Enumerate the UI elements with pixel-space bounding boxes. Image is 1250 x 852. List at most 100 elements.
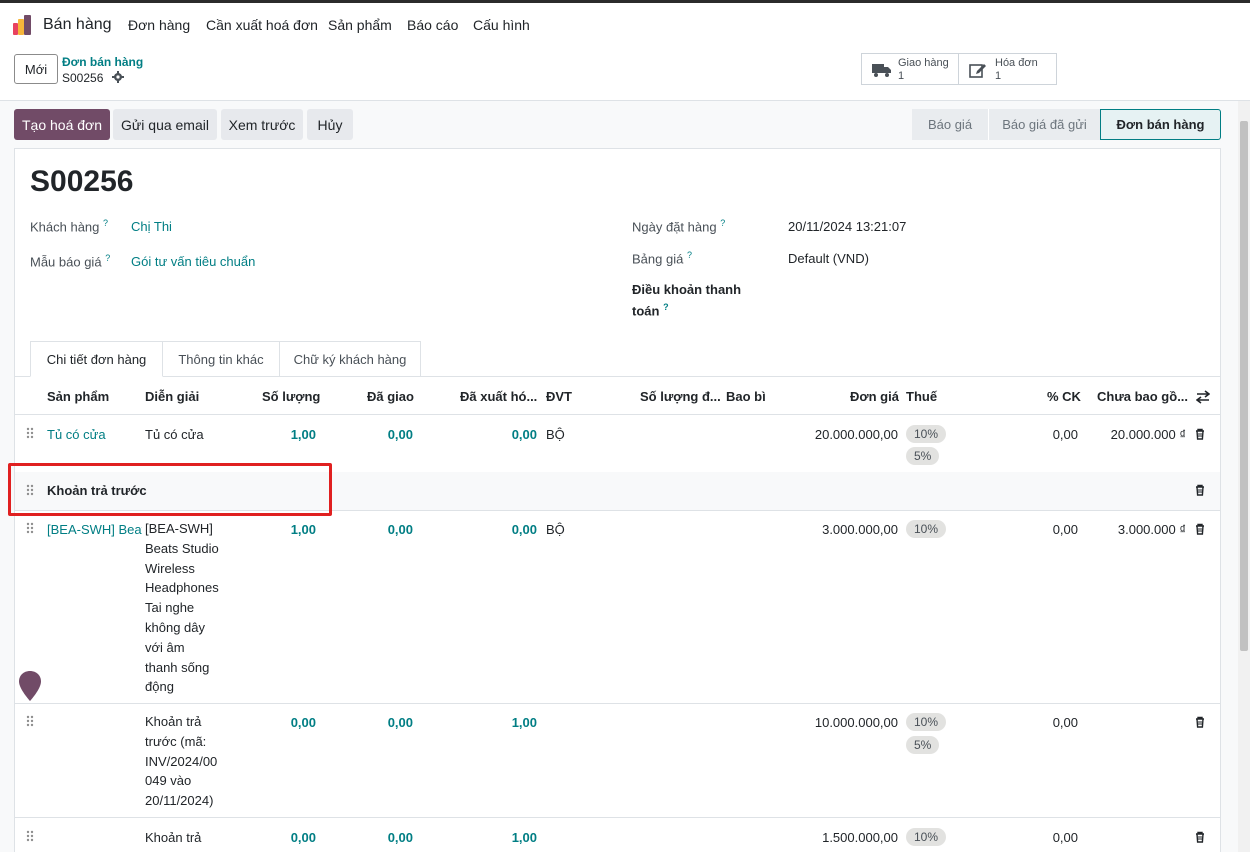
truck-icon <box>872 64 891 77</box>
control-panel: Mới Đơn bán hàng S00256 Giao hàng 1 Hóa … <box>0 45 1250 101</box>
row1-subtotal: 20.000.000 ₫ <box>1110 427 1186 442</box>
col-uom[interactable]: ĐVT <box>546 389 572 404</box>
status-sales-order[interactable]: Đơn bán hàng <box>1100 109 1221 140</box>
row4-invoiced: 1,00 <box>511 715 537 730</box>
menu-reporting[interactable]: Báo cáo <box>407 17 458 33</box>
breadcrumb-parent[interactable]: Đơn bán hàng <box>62 55 143 69</box>
statusbar: Báo giá Báo giá đã gửi Đơn bán hàng <box>912 109 1221 140</box>
status-quotation[interactable]: Báo giá <box>912 109 988 140</box>
drag-handle-icon[interactable] <box>26 715 34 727</box>
drag-handle-icon[interactable] <box>26 522 34 534</box>
header-divider <box>15 414 1220 415</box>
tax-badge[interactable]: 5% <box>906 447 940 465</box>
template-label: Mẫu báo giá ? <box>30 253 111 270</box>
cancel-button[interactable]: Hủy <box>307 109 353 140</box>
main-navbar: Bán hàng Đơn hàng Cần xuất hoá đơn Sản p… <box>0 3 1250 45</box>
tab-customer-signature[interactable]: Chữ ký khách hàng <box>279 341 421 377</box>
row3-uom[interactable]: BỘ <box>546 522 565 537</box>
col-invoiced[interactable]: Đã xuất hó... <box>460 389 537 404</box>
gear-icon[interactable] <box>112 71 124 83</box>
delivery-smart-button[interactable]: Giao hàng 1 <box>861 53 959 85</box>
row1-delivered[interactable]: 0,00 <box>363 427 413 442</box>
trash-icon[interactable] <box>1194 484 1206 496</box>
row3-product[interactable]: [BEA-SWH] Beat <box>47 522 142 537</box>
trash-icon[interactable] <box>1194 831 1206 843</box>
row1-invoiced: 0,00 <box>511 427 537 442</box>
row1-qty[interactable]: 1,00 <box>266 427 316 442</box>
delivery-count: 1 <box>898 70 905 82</box>
menu-configuration[interactable]: Cấu hình <box>473 17 530 33</box>
row3-subtotal: 3.000.000 ₫ <box>1117 522 1186 537</box>
row3-discount[interactable]: 0,00 <box>1028 522 1078 537</box>
order-title: S00256 <box>30 165 134 198</box>
tax-badge[interactable]: 10% <box>906 425 947 443</box>
map-pin-icon[interactable] <box>18 670 42 702</box>
row1-product[interactable]: Tủ có cửa <box>47 427 106 442</box>
row4-description[interactable]: Khoản trả trước (mã: INV/2024/00 049 vào… <box>145 712 225 811</box>
row1-discount[interactable]: 0,00 <box>1028 427 1078 442</box>
tab-order-lines[interactable]: Chi tiết đơn hàng <box>30 341 163 377</box>
row5-unit-price[interactable]: 1.500.000,00 <box>798 830 898 845</box>
col-taxes[interactable]: Thuế <box>906 389 937 404</box>
create-invoice-button[interactable]: Tạo hoá đơn <box>14 109 110 140</box>
col-discount[interactable]: % CK <box>1047 389 1081 404</box>
invoice-smart-button[interactable]: Hóa đơn 1 <box>958 53 1057 85</box>
row-divider <box>15 817 1220 818</box>
col-packaging[interactable]: Bao bì <box>726 389 766 404</box>
row4-discount[interactable]: 0,00 <box>1028 715 1078 730</box>
payment-terms-label-line2: toán ? <box>632 302 669 319</box>
col-delivered[interactable]: Đã giao <box>367 389 414 404</box>
col-description[interactable]: Diễn giải <box>145 389 199 404</box>
tax-badge[interactable]: 10% <box>906 713 947 731</box>
drag-handle-icon[interactable] <box>26 427 34 439</box>
customer-label: Khách hàng ? <box>30 218 109 235</box>
quotation-template-field[interactable]: Gói tư vấn tiêu chuẩn <box>131 254 255 269</box>
customer-field[interactable]: Chị Thi <box>131 219 172 234</box>
breadcrumb-current: S00256 <box>62 71 104 85</box>
tab-other-info[interactable]: Thông tin khác <box>162 341 280 377</box>
trash-icon[interactable] <box>1194 428 1206 440</box>
row3-description[interactable]: [BEA-SWH] Beats Studio Wireless Headphon… <box>145 519 225 697</box>
row4-qty[interactable]: 0,00 <box>266 715 316 730</box>
row3-qty[interactable]: 1,00 <box>266 522 316 537</box>
menu-products[interactable]: Sản phẩm <box>328 17 392 33</box>
row1-description[interactable]: Tủ có cửa <box>145 427 204 442</box>
order-date-field[interactable]: 20/11/2024 13:21:07 <box>788 219 906 234</box>
trash-icon[interactable] <box>1194 523 1206 535</box>
app-name[interactable]: Bán hàng <box>43 16 112 34</box>
scrollbar-thumb[interactable] <box>1240 121 1248 651</box>
tax-badge[interactable]: 10% <box>906 828 947 846</box>
col-packaging-qty[interactable]: Số lượng đ... <box>640 389 721 404</box>
tax-badge[interactable]: 5% <box>906 736 940 754</box>
row5-delivered[interactable]: 0,00 <box>363 830 413 845</box>
preview-button[interactable]: Xem trước <box>221 109 303 140</box>
menu-to-invoice[interactable]: Cần xuất hoá đơn <box>206 17 318 33</box>
new-button[interactable]: Mới <box>14 54 58 84</box>
col-subtotal[interactable]: Chưa bao gồ... <box>1097 389 1188 404</box>
row3-invoiced: 0,00 <box>511 522 537 537</box>
tax-badge[interactable]: 10% <box>906 520 947 538</box>
tabs-divider <box>15 376 1220 377</box>
row1-unit-price[interactable]: 20.000.000,00 <box>798 427 898 442</box>
pricelist-label: Bảng giá ? <box>632 250 692 267</box>
menu-orders[interactable]: Đơn hàng <box>128 17 190 33</box>
row5-description[interactable]: Khoản trả <box>145 830 201 845</box>
row4-unit-price[interactable]: 10.000.000,00 <box>798 715 898 730</box>
row5-qty[interactable]: 0,00 <box>266 830 316 845</box>
trash-icon[interactable] <box>1194 716 1206 728</box>
row4-delivered[interactable]: 0,00 <box>363 715 413 730</box>
pricelist-field[interactable]: Default (VND) <box>788 251 869 266</box>
column-settings-icon[interactable] <box>1196 390 1210 404</box>
row5-discount[interactable]: 0,00 <box>1028 830 1078 845</box>
status-quotation-sent[interactable]: Báo giá đã gửi <box>988 109 1100 140</box>
row5-invoiced: 1,00 <box>511 830 537 845</box>
send-email-button[interactable]: Gửi qua email <box>113 109 217 140</box>
sales-app-icon[interactable] <box>13 15 33 35</box>
col-quantity[interactable]: Số lượng <box>262 389 320 404</box>
row1-uom[interactable]: BỘ <box>546 427 565 442</box>
col-unit-price[interactable]: Đơn giá <box>850 389 899 404</box>
col-product[interactable]: Sản phẩm <box>47 389 109 404</box>
row3-delivered[interactable]: 0,00 <box>363 522 413 537</box>
drag-handle-icon[interactable] <box>26 830 34 842</box>
row3-unit-price[interactable]: 3.000.000,00 <box>798 522 898 537</box>
